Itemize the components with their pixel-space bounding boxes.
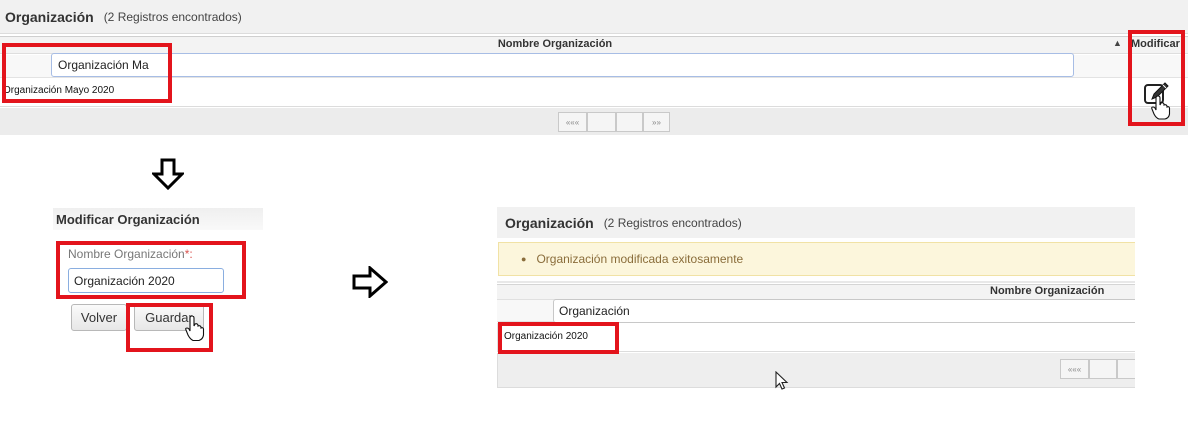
success-message: Organización modificada exitosamente	[536, 252, 744, 266]
panel3-record-count: (2 Registros encontrados)	[603, 215, 742, 230]
pager-prev-button[interactable]	[587, 112, 616, 132]
panel3-pager-bar	[497, 353, 1135, 388]
bullet-icon: ●	[521, 254, 527, 264]
panel1-column-header-name[interactable]: Nombre Organización	[470, 38, 640, 50]
pager-prev-button[interactable]	[1089, 359, 1117, 379]
panel1-title: Organización	[5, 8, 94, 25]
highlight-box-edit	[1128, 30, 1185, 126]
back-button[interactable]: Volver	[71, 304, 127, 331]
table-row[interactable]	[0, 79, 1188, 107]
pager-first-button[interactable]: «««	[558, 112, 587, 132]
panel3-column-header-name[interactable]: Nombre Organización	[990, 285, 1104, 297]
panel2-title: Modificar Organización	[56, 211, 200, 227]
panel1-header: Organización (2 Registros encontrados)	[0, 0, 1188, 34]
arrow-right-icon	[352, 266, 388, 298]
panel3-pager: «««	[1060, 359, 1135, 379]
panel1-filter-input[interactable]	[51, 53, 1074, 77]
panel3-header: Organización (2 Registros encontrados)	[497, 207, 1135, 238]
arrow-down-icon	[152, 158, 184, 190]
panel3-table-top	[497, 281, 1135, 283]
pager-next-button[interactable]	[616, 112, 643, 132]
panel3-filter-input[interactable]	[553, 299, 1135, 323]
panel3-title: Organización	[505, 214, 594, 231]
mouse-pointer-icon	[775, 371, 789, 390]
pager-last-button[interactable]: »»	[643, 112, 670, 132]
highlight-box-save	[126, 303, 213, 352]
pager-next-button[interactable]	[1117, 359, 1135, 379]
panel1-record-count: (2 Registros encontrados)	[103, 9, 242, 24]
sort-icon[interactable]: ▲	[1113, 38, 1122, 48]
highlight-box-field	[56, 241, 246, 299]
highlight-box-filter	[2, 43, 172, 103]
pager-first-button[interactable]: «««	[1060, 359, 1089, 379]
panel1-pager: ««« »»	[558, 112, 670, 132]
success-message-box: ● Organización modificada exitosamente	[498, 242, 1135, 276]
panel2-title-bar: Modificar Organización	[53, 208, 263, 230]
highlight-box-result	[498, 322, 619, 354]
